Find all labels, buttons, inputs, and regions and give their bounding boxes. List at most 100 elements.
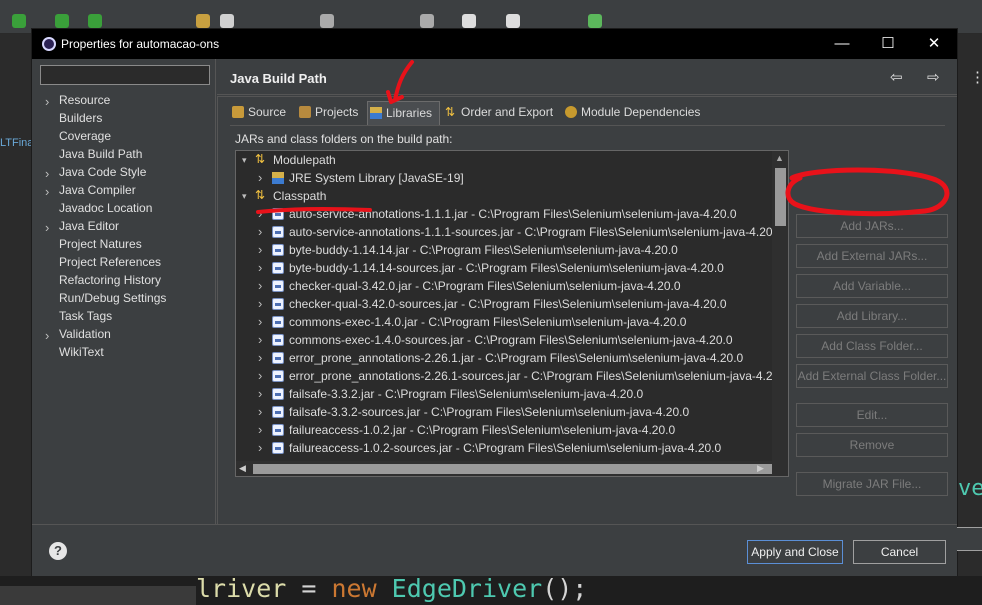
scroll-right-icon[interactable]: ▶ bbox=[757, 463, 764, 474]
tree-node-jar[interactable]: › commons-exec-1.4.0.jar - C:\Program Fil… bbox=[236, 313, 772, 331]
expand-arrow-icon[interactable]: › bbox=[258, 331, 262, 349]
editor-scrollbar[interactable] bbox=[0, 586, 196, 605]
coverage-icon[interactable] bbox=[88, 14, 102, 28]
nav-item[interactable]: Java Build Path bbox=[59, 147, 142, 161]
tree-node-jar[interactable]: › failsafe-3.3.2.jar - C:\Program Files\S… bbox=[236, 385, 772, 403]
perspective-icon[interactable] bbox=[588, 14, 602, 28]
forward-arrow-icon[interactable]: ⇨ bbox=[927, 68, 940, 86]
back-icon[interactable] bbox=[462, 14, 476, 28]
nav-item[interactable]: Java Compiler bbox=[59, 183, 136, 197]
expand-arrow-icon[interactable]: › bbox=[45, 328, 49, 343]
tree-node-jar[interactable]: › checker-qual-3.42.0.jar - C:\Program Fi… bbox=[236, 277, 772, 295]
tree-node-modulepath[interactable]: ▾ ⇅ Modulepath bbox=[236, 151, 772, 169]
tab-source[interactable]: Source bbox=[230, 101, 295, 125]
vertical-scroll-thumb[interactable] bbox=[775, 168, 786, 226]
expand-arrow-icon[interactable]: › bbox=[258, 169, 262, 187]
tree-node-jar[interactable]: › failsafe-3.3.2-sources.jar - C:\Program… bbox=[236, 403, 772, 421]
tree-node-jar[interactable]: › auto-service-annotations-1.1.1-sources.… bbox=[236, 223, 773, 241]
expand-arrow-icon[interactable]: › bbox=[258, 439, 262, 457]
side-button-remove[interactable]: Remove bbox=[796, 433, 948, 457]
horizontal-scroll-thumb[interactable] bbox=[253, 464, 772, 474]
tree-node-jar[interactable]: › byte-buddy-1.14.14-sources.jar - C:\Pro… bbox=[236, 259, 772, 277]
page-header: Java Build Path ⇦ ⇨ ⋮ bbox=[217, 59, 982, 95]
side-label: LTFina bbox=[0, 137, 34, 149]
expand-arrow-icon[interactable]: › bbox=[45, 184, 49, 199]
nav-item[interactable]: Validation bbox=[59, 327, 111, 341]
side-button-add-external-jars[interactable]: Add External JARs... bbox=[796, 244, 948, 268]
tree-node-jar[interactable]: › error_prone_annotations-2.26.1.jar - C:… bbox=[236, 349, 772, 367]
tree-node-classpath[interactable]: ▾ ⇅ Classpath bbox=[236, 187, 772, 205]
expand-arrow-icon[interactable]: › bbox=[45, 94, 49, 109]
nav-item[interactable]: Project Natures bbox=[59, 237, 142, 251]
nav-item[interactable]: Task Tags bbox=[59, 309, 112, 323]
expand-arrow-icon[interactable]: › bbox=[45, 166, 49, 181]
tab-module-dependencies[interactable]: Module Dependencies bbox=[563, 101, 708, 125]
filter-input[interactable] bbox=[40, 65, 210, 85]
side-button-add-library[interactable]: Add Library... bbox=[796, 304, 948, 328]
nav-item[interactable]: Project References bbox=[59, 255, 161, 269]
nav-item[interactable]: Builders bbox=[59, 111, 102, 125]
nav-item[interactable]: Run/Debug Settings bbox=[59, 291, 166, 305]
cancel-button[interactable]: Cancel bbox=[853, 540, 946, 564]
expand-arrow-icon[interactable]: › bbox=[258, 403, 262, 421]
expand-arrow-icon[interactable]: › bbox=[258, 295, 262, 313]
side-button-add-jars[interactable]: Add JARs... bbox=[796, 214, 948, 238]
nav-item[interactable]: Refactoring History bbox=[59, 273, 161, 287]
tree-node-jar[interactable]: › commons-exec-1.4.0-sources.jar - C:\Pro… bbox=[236, 331, 772, 349]
toggle-icon[interactable] bbox=[320, 14, 334, 28]
nav-item[interactable]: Java Editor bbox=[59, 219, 119, 233]
back-arrow-icon[interactable]: ⇦ bbox=[890, 68, 903, 86]
annotation-icon[interactable] bbox=[420, 14, 434, 28]
nav-item[interactable]: Coverage bbox=[59, 129, 111, 143]
tree-vertical-scrollbar[interactable]: ▲ bbox=[772, 151, 788, 461]
expand-arrow-icon[interactable]: › bbox=[258, 223, 262, 241]
expand-arrow-icon[interactable]: › bbox=[258, 385, 262, 403]
side-button-edit[interactable]: Edit... bbox=[796, 403, 948, 427]
scroll-left-icon[interactable]: ◀ bbox=[239, 463, 246, 474]
tab-order-and-export[interactable]: ⇅ Order and Export bbox=[443, 101, 559, 125]
edit-icon[interactable] bbox=[220, 14, 234, 28]
expand-arrow-icon[interactable]: › bbox=[258, 313, 262, 331]
debug-icon[interactable] bbox=[55, 14, 69, 28]
maximize-button[interactable]: ☐ bbox=[865, 29, 911, 59]
tree-node-jar[interactable]: › byte-buddy-1.14.14.jar - C:\Program Fil… bbox=[236, 241, 772, 259]
run-icon[interactable] bbox=[12, 14, 26, 28]
build-path-tree[interactable]: ▾ ⇅ Modulepath › JRE System Library [JavaSE-… bbox=[235, 150, 789, 477]
tab-projects[interactable]: Projects bbox=[297, 101, 365, 125]
nav-item[interactable]: Javadoc Location bbox=[59, 201, 152, 215]
tree-node-jar[interactable]: › auto-service-annotations-1.1.1.jar - C:… bbox=[236, 205, 772, 223]
tree-node-jar[interactable]: › checker-qual-3.42.0-sources.jar - C:\Pr… bbox=[236, 295, 772, 313]
tree-node-jar[interactable]: › failureaccess-1.0.2-sources.jar - C:\Pr… bbox=[236, 439, 772, 457]
tree-horizontal-scrollbar[interactable]: ◀ ▶ bbox=[236, 461, 788, 476]
open-type-icon[interactable] bbox=[196, 14, 210, 28]
expand-arrow-icon[interactable]: › bbox=[258, 367, 262, 385]
jar-file-icon bbox=[272, 352, 284, 364]
apply-and-close-button[interactable]: Apply and Close bbox=[747, 540, 843, 564]
side-button-add-variable[interactable]: Add Variable... bbox=[796, 274, 948, 298]
expand-arrow-icon[interactable]: › bbox=[45, 220, 49, 235]
nav-item[interactable]: WikiText bbox=[59, 345, 104, 359]
tree-node-jar[interactable]: › error_prone_annotations-2.26.1-sources.… bbox=[236, 367, 777, 385]
tree-node-jre[interactable]: › JRE System Library [JavaSE-19] bbox=[236, 169, 772, 187]
nav-item[interactable]: Java Code Style bbox=[59, 165, 146, 179]
expand-arrow-icon[interactable]: › bbox=[258, 277, 262, 295]
close-button[interactable]: ✕ bbox=[911, 29, 957, 59]
tree-node-jar[interactable]: › failureaccess-1.0.2.jar - C:\Program Fi… bbox=[236, 421, 772, 439]
expand-arrow-icon[interactable]: › bbox=[258, 421, 262, 439]
side-button-add-external-class-folder[interactable]: Add External Class Folder... bbox=[796, 364, 948, 388]
expand-arrow-icon[interactable]: › bbox=[258, 259, 262, 277]
side-button-add-class-folder[interactable]: Add Class Folder... bbox=[796, 334, 948, 358]
side-button-migrate-jar-file[interactable]: Migrate JAR File... bbox=[796, 472, 948, 496]
nav-item[interactable]: Resource bbox=[59, 93, 110, 107]
view-menu-icon[interactable]: ⋮ bbox=[970, 68, 982, 86]
scroll-up-icon[interactable]: ▲ bbox=[775, 153, 784, 163]
expand-arrow-icon[interactable]: › bbox=[258, 205, 262, 223]
minimize-button[interactable]: — bbox=[819, 29, 865, 59]
help-icon[interactable]: ? bbox=[49, 542, 67, 560]
expand-arrow-icon[interactable]: › bbox=[258, 241, 262, 259]
collapse-arrow-icon[interactable]: ▾ bbox=[242, 151, 247, 169]
collapse-arrow-icon[interactable]: ▾ bbox=[242, 187, 247, 205]
tab-libraries[interactable]: Libraries bbox=[367, 101, 440, 125]
forward-icon[interactable] bbox=[506, 14, 520, 28]
expand-arrow-icon[interactable]: › bbox=[258, 349, 262, 367]
